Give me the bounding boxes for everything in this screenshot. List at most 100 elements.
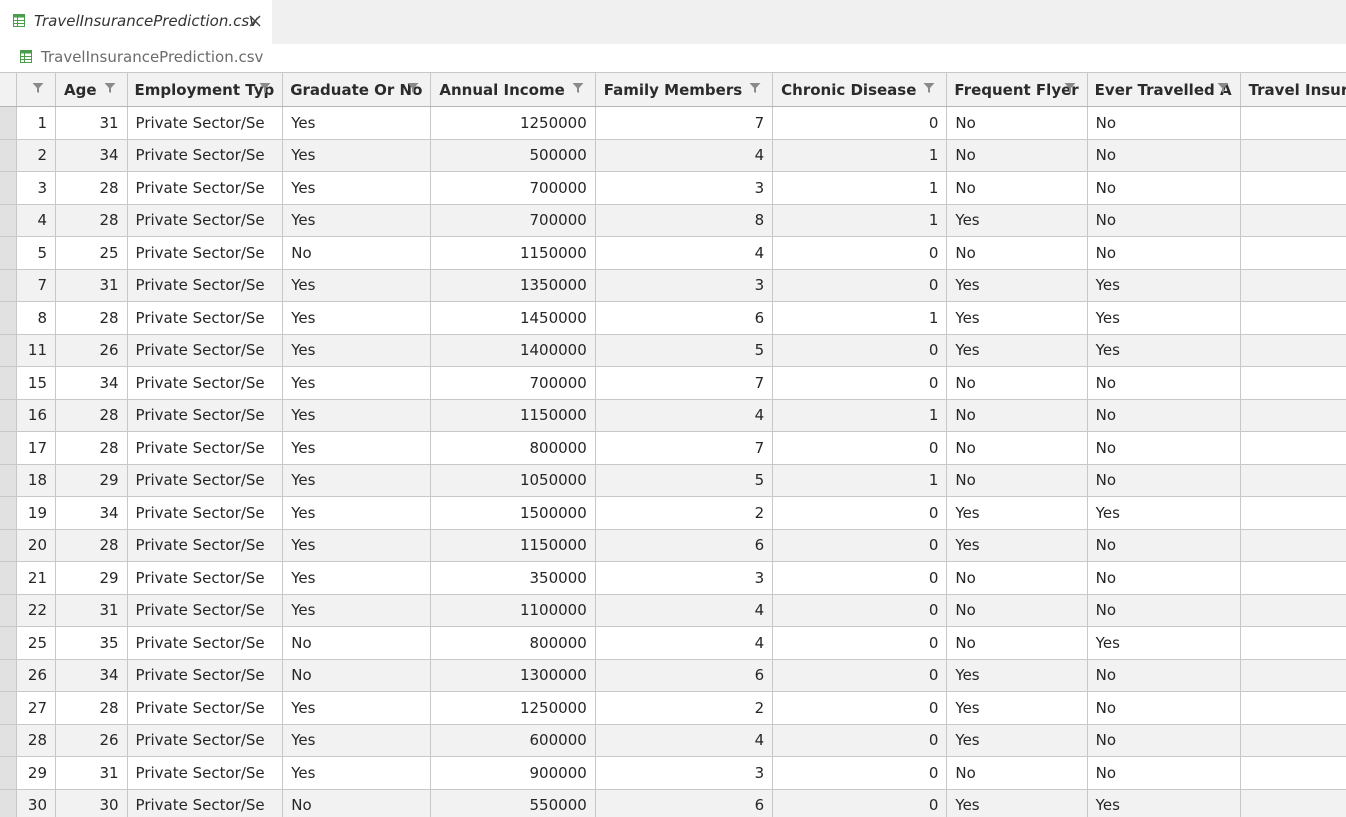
column-header[interactable]: [16, 73, 56, 107]
table-row[interactable]: 1728Private Sector/SeYes80000070NoNo1: [0, 431, 1346, 465]
table-cell[interactable]: No: [282, 236, 432, 270]
table-cell[interactable]: 1: [772, 139, 948, 172]
table-cell[interactable]: 4: [595, 626, 774, 660]
table-cell[interactable]: No: [1087, 236, 1241, 270]
table-row[interactable]: 2826Private Sector/SeYes60000040YesNo0: [0, 724, 1346, 757]
table-cell[interactable]: Yes: [946, 301, 1088, 335]
table-cell[interactable]: 34: [55, 366, 128, 400]
table-cell[interactable]: 4: [595, 594, 774, 627]
table-row[interactable]: 828Private Sector/SeYes145000061YesYes1: [0, 301, 1346, 335]
table-cell[interactable]: Yes: [1087, 496, 1241, 530]
table-cell[interactable]: 0: [772, 659, 948, 692]
table-cell[interactable]: No: [282, 789, 432, 817]
table-cell[interactable]: Yes: [282, 724, 432, 757]
table-cell[interactable]: Private Sector/Se: [127, 334, 284, 367]
table-cell[interactable]: 35: [55, 626, 128, 660]
table-cell[interactable]: 6: [595, 529, 774, 562]
table-cell[interactable]: 0: [772, 269, 948, 302]
table-cell[interactable]: 4: [16, 204, 56, 237]
table-cell[interactable]: 34: [55, 659, 128, 692]
table-cell[interactable]: No: [946, 594, 1088, 627]
table-cell[interactable]: 0: [772, 529, 948, 562]
table-cell[interactable]: 2: [16, 139, 56, 172]
table-row[interactable]: 2931Private Sector/SeYes90000030NoNo0: [0, 756, 1346, 790]
filter-icon[interactable]: [104, 82, 116, 94]
table-cell[interactable]: 3: [595, 561, 774, 595]
table-row[interactable]: 525Private Sector/SeNo115000040NoNo0: [0, 236, 1346, 270]
table-cell[interactable]: Yes: [946, 691, 1088, 725]
table-cell[interactable]: 18: [16, 464, 56, 497]
table-cell[interactable]: Yes: [282, 106, 432, 140]
table-cell[interactable]: 1350000: [430, 269, 596, 302]
table-cell[interactable]: Yes: [282, 204, 432, 237]
table-cell[interactable]: Yes: [946, 334, 1088, 367]
table-cell[interactable]: 11: [16, 334, 56, 367]
table-cell[interactable]: 5: [595, 334, 774, 367]
table-cell[interactable]: Private Sector/Se: [127, 204, 284, 237]
table-cell[interactable]: 8: [595, 204, 774, 237]
table-cell[interactable]: 28: [55, 431, 128, 465]
row-selector[interactable]: [0, 496, 17, 530]
table-cell[interactable]: 29: [16, 756, 56, 790]
table-cell[interactable]: No: [1087, 399, 1241, 432]
table-cell[interactable]: Yes: [282, 399, 432, 432]
table-cell[interactable]: 1: [1240, 496, 1346, 530]
table-cell[interactable]: No: [282, 659, 432, 692]
table-row[interactable]: 1934Private Sector/SeYes150000020YesYes1: [0, 496, 1346, 530]
table-cell[interactable]: 0: [1240, 399, 1346, 432]
table-cell[interactable]: Yes: [1087, 789, 1241, 817]
table-cell[interactable]: 0: [1240, 756, 1346, 790]
table-cell[interactable]: No: [1087, 561, 1241, 595]
row-selector[interactable]: [0, 236, 17, 270]
table-cell[interactable]: Private Sector/Se: [127, 399, 284, 432]
table-cell[interactable]: 26: [55, 334, 128, 367]
table-cell[interactable]: 0: [1240, 171, 1346, 205]
table-cell[interactable]: 28: [55, 529, 128, 562]
column-header[interactable]: Frequent Flyer: [946, 73, 1088, 107]
table-cell[interactable]: 28: [55, 204, 128, 237]
table-cell[interactable]: No: [1087, 529, 1241, 562]
table-cell[interactable]: Private Sector/Se: [127, 724, 284, 757]
table-cell[interactable]: No: [1087, 724, 1241, 757]
table-cell[interactable]: 0: [1240, 204, 1346, 237]
table-cell[interactable]: 34: [55, 139, 128, 172]
table-cell[interactable]: 0: [772, 366, 948, 400]
table-row[interactable]: 2535Private Sector/SeNo80000040NoYes0: [0, 626, 1346, 660]
table-cell[interactable]: Private Sector/Se: [127, 594, 284, 627]
table-cell[interactable]: Yes: [282, 756, 432, 790]
row-selector[interactable]: [0, 139, 17, 172]
table-cell[interactable]: 2: [595, 691, 774, 725]
table-cell[interactable]: 16: [16, 399, 56, 432]
table-cell[interactable]: Yes: [946, 496, 1088, 530]
table-row[interactable]: 2028Private Sector/SeYes115000060YesNo0: [0, 529, 1346, 562]
table-cell[interactable]: Private Sector/Se: [127, 659, 284, 692]
table-cell[interactable]: 1050000: [430, 464, 596, 497]
table-cell[interactable]: 0: [1240, 366, 1346, 400]
filter-icon[interactable]: [1217, 82, 1229, 94]
table-cell[interactable]: No: [1087, 139, 1241, 172]
table-cell[interactable]: No: [1087, 691, 1241, 725]
table-cell[interactable]: 29: [55, 561, 128, 595]
table-cell[interactable]: 6: [595, 659, 774, 692]
table-cell[interactable]: 700000: [430, 366, 596, 400]
row-selector[interactable]: [0, 106, 17, 140]
table-cell[interactable]: 800000: [430, 431, 596, 465]
table-cell[interactable]: 0: [1240, 724, 1346, 757]
table-cell[interactable]: 34: [55, 496, 128, 530]
table-cell[interactable]: 7: [595, 431, 774, 465]
table-cell[interactable]: 25: [16, 626, 56, 660]
column-header[interactable]: Travel Insurance: [1240, 73, 1346, 107]
table-cell[interactable]: 1: [772, 464, 948, 497]
table-cell[interactable]: 1: [1240, 431, 1346, 465]
table-cell[interactable]: 0: [772, 334, 948, 367]
table-cell[interactable]: 5: [595, 464, 774, 497]
table-cell[interactable]: No: [946, 431, 1088, 465]
table-cell[interactable]: 1400000: [430, 334, 596, 367]
column-header[interactable]: Chronic Disease: [772, 73, 948, 107]
table-row[interactable]: 731Private Sector/SeYes135000030YesYes1: [0, 269, 1346, 302]
column-header[interactable]: Age: [55, 73, 128, 107]
table-cell[interactable]: No: [1087, 171, 1241, 205]
table-cell[interactable]: 550000: [430, 789, 596, 817]
table-cell[interactable]: Yes: [946, 789, 1088, 817]
table-cell[interactable]: 1250000: [430, 691, 596, 725]
